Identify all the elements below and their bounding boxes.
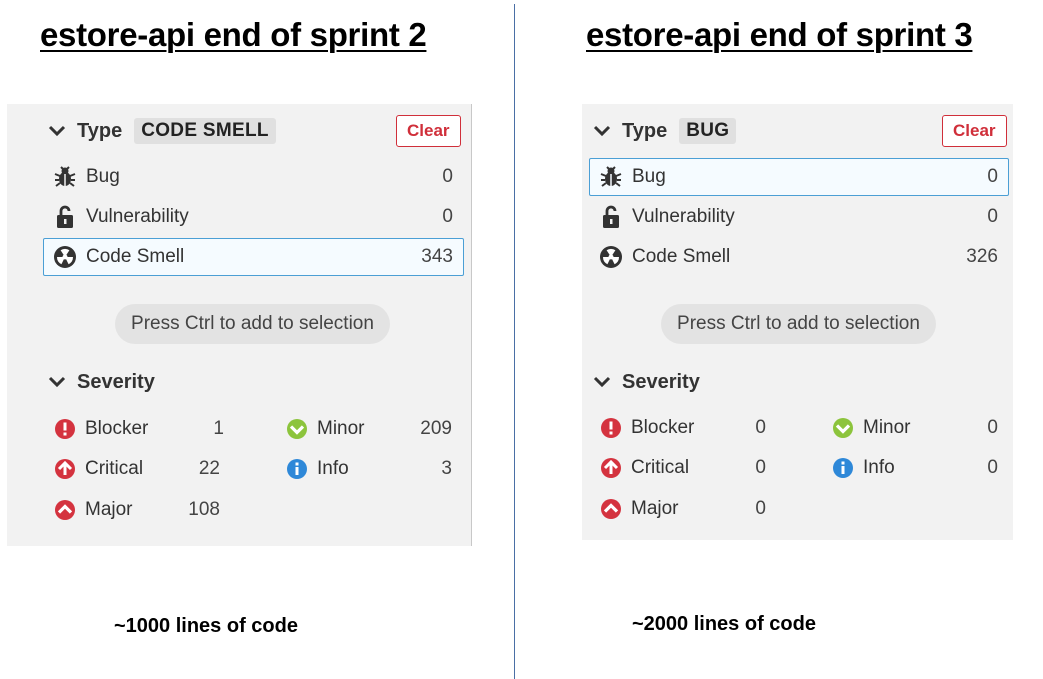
type-facet-bug[interactable]: Bug 0 [43,158,464,196]
severity-section-title: Severity [77,370,155,393]
chevron-down-icon[interactable] [45,121,69,141]
type-facet-count: 326 [966,246,998,267]
severity-critical[interactable]: Critical 0 [600,453,766,483]
severity-label: Blocker [85,418,149,439]
type-facet-count: 0 [987,206,998,227]
type-filter-tag: BUG [679,118,737,144]
severity-label: Blocker [631,417,695,438]
severity-count: 0 [755,498,766,519]
type-facet-count: 343 [421,246,453,267]
type-facet-label: Vulnerability [632,206,735,227]
minor-icon [832,417,854,439]
severity-count: 0 [987,457,998,478]
severity-count: 108 [188,499,220,520]
severity-section-title: Severity [622,370,700,393]
bug-icon [53,165,77,189]
left-filter-panel: Type CODE SMELL Clear Bug 0 Vulnerabilit… [7,104,472,546]
severity-count: 209 [420,418,452,439]
severity-label: Minor [317,418,365,439]
lock-icon [53,205,77,229]
severity-minor[interactable]: Minor 0 [832,413,998,443]
severity-section-header[interactable]: Severity [7,367,155,397]
blocker-icon [54,418,76,440]
right-title: estore-api end of sprint 3 [586,16,973,53]
type-facet-vulnerability[interactable]: Vulnerability 0 [43,198,464,236]
type-facet-code-smell[interactable]: Code Smell 326 [589,238,1009,276]
severity-section-header[interactable]: Severity [582,367,700,397]
vertical-divider [514,4,515,679]
severity-label: Info [863,457,895,478]
severity-info[interactable]: Info 3 [286,454,452,484]
type-facet-label: Vulnerability [86,206,189,227]
severity-count: 0 [987,417,998,438]
type-facet-vulnerability[interactable]: Vulnerability 0 [589,198,1009,236]
chevron-down-icon[interactable] [45,372,69,392]
type-facet-count: 0 [987,166,998,187]
chevron-down-icon[interactable] [590,121,614,141]
severity-info[interactable]: Info 0 [832,453,998,483]
type-facet-label: Bug [632,166,666,187]
severity-major[interactable]: Major 0 [600,494,766,524]
severity-count: 3 [441,458,452,479]
type-facet-label: Code Smell [632,246,731,267]
bug-icon [599,165,623,189]
severity-blocker[interactable]: Blocker 1 [54,414,224,444]
type-section-title: Type [622,119,668,142]
type-facet-code-smell[interactable]: Code Smell 343 [43,238,464,276]
severity-major[interactable]: Major 108 [54,495,220,525]
chevron-down-icon[interactable] [590,372,614,392]
info-icon [286,458,308,480]
severity-label: Critical [631,457,690,478]
severity-label: Major [631,498,679,519]
type-filter-tag: CODE SMELL [134,118,276,144]
severity-count: 22 [198,458,220,479]
severity-count: 0 [755,417,766,438]
critical-icon [600,457,622,479]
type-facet-label: Code Smell [86,246,185,267]
minor-icon [286,418,308,440]
clear-button[interactable]: Clear [396,115,461,147]
info-icon [832,457,854,479]
severity-label: Critical [85,458,144,479]
right-filter-panel: Type BUG Clear Bug 0 Vulnerability 0 Cod… [582,104,1013,540]
severity-label: Major [85,499,133,520]
major-icon [54,499,76,521]
type-facet-label: Bug [86,166,120,187]
severity-blocker[interactable]: Blocker 0 [600,413,766,443]
type-facet-bug[interactable]: Bug 0 [589,158,1009,196]
code-smell-icon [53,245,77,269]
critical-icon [54,458,76,480]
severity-minor[interactable]: Minor 209 [286,414,452,444]
severity-critical[interactable]: Critical 22 [54,454,220,484]
type-section-header[interactable]: Type BUG [582,116,737,146]
ctrl-selection-hint: Press Ctrl to add to selection [661,304,936,344]
severity-label: Minor [863,417,911,438]
blocker-icon [600,417,622,439]
severity-count: 0 [755,457,766,478]
type-section-header[interactable]: Type CODE SMELL [7,116,276,146]
left-caption: ~1000 lines of code [114,615,298,637]
severity-label: Info [317,458,349,479]
type-facet-count: 0 [442,166,453,187]
type-section-title: Type [77,119,123,142]
code-smell-icon [599,245,623,269]
ctrl-selection-hint: Press Ctrl to add to selection [115,304,390,344]
lock-icon [599,205,623,229]
severity-count: 1 [213,418,224,439]
left-title: estore-api end of sprint 2 [40,16,427,53]
major-icon [600,498,622,520]
right-caption: ~2000 lines of code [632,613,816,635]
clear-button[interactable]: Clear [942,115,1007,147]
type-facet-count: 0 [442,206,453,227]
